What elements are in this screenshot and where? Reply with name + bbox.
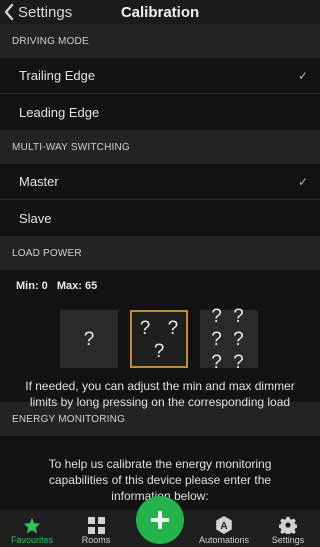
driving-mode-list: Trailing Edge ✓ Leading Edge [0,58,320,130]
multi-way-list: Master ✓ Slave [0,164,320,236]
star-icon [23,517,41,534]
option-label: Leading Edge [19,104,100,120]
tab-label: Rooms [81,535,111,545]
load-option-high[interactable]: ? ? ? ? ? ? [200,306,258,373]
section-header-load-power: LOAD POWER [0,236,320,270]
option-label: Slave [19,210,52,226]
tab-rooms[interactable]: Rooms [66,517,126,545]
option-master[interactable]: Master ✓ [0,164,320,200]
section-header-driving-mode: DRIVING MODE [0,24,320,58]
tab-label: Settings [271,535,305,545]
back-button[interactable]: Settings [4,0,72,24]
top-bar: Settings Calibration [0,0,320,24]
automations-icon: A [216,516,232,534]
add-button[interactable] [136,496,184,544]
load-power-hint: If needed, you can adjust the min and ma… [25,379,295,409]
load-options: ? ? ? ? ? ? ? ? ? ? [60,306,258,373]
back-label: Settings [18,3,73,21]
plus-icon [151,511,169,529]
tab-favourites[interactable]: Favourites [2,517,62,545]
load-power-panel: Min: 0 Max: 65 ? ? ? ? ? ? ? ? ? ? If ne… [0,270,320,409]
section-header-multi-way: MULTI-WAY SWITCHING [0,130,320,164]
load-option-low[interactable]: ? [60,310,118,368]
svg-text:A: A [220,521,227,532]
option-trailing-edge[interactable]: Trailing Edge ✓ [0,58,320,94]
option-leading-edge[interactable]: Leading Edge [0,94,320,130]
tab-label: Automations [198,535,250,545]
option-label: Master [19,174,59,189]
min-max-readout: Min: 0 Max: 65 [16,280,103,292]
tab-label: Favourites [10,535,54,545]
checkmark-icon: ✓ [297,174,308,189]
gear-icon [279,516,297,534]
load-option-high-text: ? ? ? ? ? ? [211,305,247,373]
load-option-medium[interactable]: ? ? ? [130,310,188,368]
load-option-medium-text: ? ? ? [139,318,179,362]
max-value: Max: 65 [56,280,98,292]
min-value: Min: 0 [16,280,48,292]
chevron-left-icon [4,4,14,20]
option-label: Trailing Edge [19,68,96,83]
checkmark-icon: ✓ [297,68,308,83]
tab-automations[interactable]: A Automations [194,516,254,545]
tab-settings[interactable]: Settings [258,516,318,545]
option-slave[interactable]: Slave [0,200,320,236]
grid-icon [87,517,105,534]
